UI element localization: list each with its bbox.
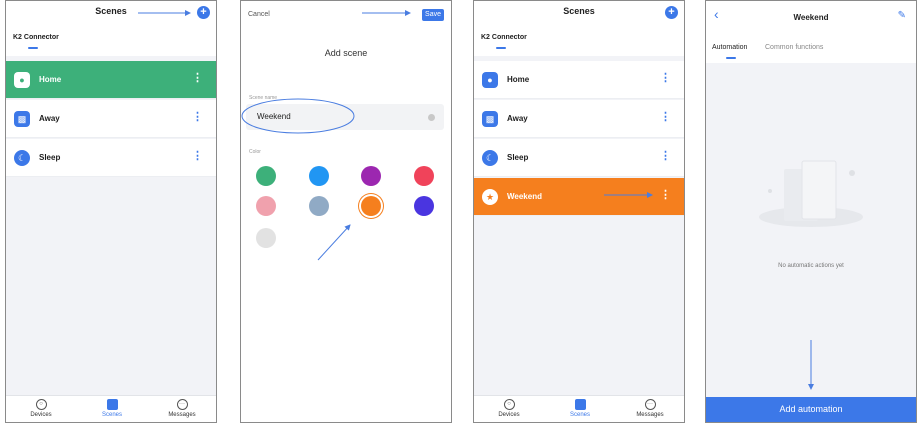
devices-icon: ○ — [503, 399, 515, 410]
briefcase-icon: ▩ — [14, 111, 30, 127]
tab-underline — [726, 57, 736, 59]
tab-underline — [28, 47, 38, 49]
scenes-header: Scenes + K2 Connector — [474, 1, 684, 56]
scene-row-home[interactable]: ● Home ⋮ — [6, 61, 216, 99]
moon-icon: ☾ — [482, 150, 498, 166]
color-swatch-light-grey[interactable] — [256, 228, 276, 248]
nav-label: Devices — [498, 412, 520, 418]
scene-label: Sleep — [39, 153, 61, 162]
nav-scenes[interactable]: Scenes — [87, 399, 137, 418]
nav-label: Devices — [30, 412, 52, 418]
scenes-header: Scenes + K2 Connector — [6, 1, 216, 56]
color-swatch-orange-selected[interactable] — [361, 196, 381, 216]
tab-k2-connector[interactable]: K2 Connector — [481, 34, 527, 41]
devices-icon: ○ — [35, 399, 47, 410]
home-person-icon: ● — [482, 72, 498, 88]
nav-label: Scenes — [569, 412, 590, 418]
page-title: Scenes — [95, 6, 127, 16]
scene-label: Home — [507, 75, 530, 84]
detail-header: ‹ Weekend ✎ Automation Common functions — [706, 1, 916, 63]
page-title: Scenes — [563, 6, 595, 16]
color-swatch-pink[interactable] — [256, 196, 276, 216]
tab-underline — [496, 47, 506, 49]
add-scene-screen: Cancel Save Add scene Scene name Weekend… — [240, 0, 452, 423]
scene-label: Home — [39, 75, 62, 84]
cancel-button[interactable]: Cancel — [248, 11, 270, 18]
add-scene-button[interactable]: + — [197, 6, 210, 19]
scene-row-away[interactable]: ▩ Away ⋮ — [6, 100, 216, 138]
color-swatch-grey-blue[interactable] — [309, 196, 329, 216]
nav-devices[interactable]: ○ Devices — [16, 399, 66, 418]
color-swatch-green[interactable] — [256, 166, 276, 186]
scenes-screen: Scenes + K2 Connector ● Home ⋮ ▩ Away ⋮ … — [5, 0, 217, 423]
nav-label: Scenes — [101, 412, 122, 418]
briefcase-icon: ▩ — [482, 111, 498, 127]
more-options-icon[interactable]: ⋮ — [192, 151, 203, 162]
color-swatch-indigo[interactable] — [414, 196, 434, 216]
more-options-icon[interactable]: ⋮ — [660, 112, 671, 123]
scenes-icon — [106, 399, 118, 410]
scene-name-label: Scene name — [249, 95, 278, 101]
scene-row-away[interactable]: ▩ Away ⋮ — [474, 100, 684, 138]
nav-messages[interactable]: ··· Messages — [157, 399, 207, 418]
scene-label: Away — [39, 114, 60, 123]
tab-common-functions[interactable]: Common functions — [765, 44, 823, 51]
add-automation-button[interactable]: Add automation — [706, 397, 916, 422]
weekend-detail-screen: ‹ Weekend ✎ Automation Common functions … — [705, 0, 917, 423]
star-badge-icon: ★ — [482, 189, 498, 205]
add-scene-button[interactable]: + — [665, 6, 678, 19]
empty-state-illustration — [759, 160, 863, 227]
nav-label: Messages — [168, 412, 196, 418]
tab-automation[interactable]: Automation — [712, 44, 747, 51]
nav-messages[interactable]: ··· Messages — [625, 399, 675, 418]
more-options-icon[interactable]: ⋮ — [660, 73, 671, 84]
more-options-icon[interactable]: ⋮ — [660, 190, 671, 201]
screenshot-stage: Scenes + K2 Connector ● Home ⋮ ▩ Away ⋮ … — [0, 0, 917, 423]
empty-state-text: No automatic actions yet — [778, 263, 844, 269]
color-swatch-purple[interactable] — [361, 166, 381, 186]
color-swatch-red[interactable] — [414, 166, 434, 186]
page-title: Add scene — [324, 48, 368, 58]
scene-label: Weekend — [507, 192, 542, 201]
edit-pencil-icon[interactable]: ✎ — [898, 10, 906, 21]
nav-label: Messages — [636, 412, 664, 418]
scene-row-sleep[interactable]: ☾ Sleep ⋮ — [6, 139, 216, 177]
nav-scenes[interactable]: Scenes — [555, 399, 605, 418]
scene-label: Sleep — [507, 153, 529, 162]
color-label: Color — [249, 149, 261, 155]
scene-label: Away — [507, 114, 528, 123]
save-button[interactable]: Save — [422, 9, 444, 21]
color-swatch-blue[interactable] — [309, 166, 329, 186]
moon-icon: ☾ — [14, 150, 30, 166]
more-options-icon[interactable]: ⋮ — [192, 73, 203, 84]
scene-row-sleep[interactable]: ☾ Sleep ⋮ — [474, 139, 684, 177]
home-person-icon: ● — [14, 72, 30, 88]
clear-icon[interactable] — [428, 114, 435, 121]
messages-icon: ··· — [644, 399, 656, 410]
bottom-nav: ○ Devices Scenes ··· Messages — [474, 395, 684, 422]
nav-devices[interactable]: ○ Devices — [484, 399, 534, 418]
more-options-icon[interactable]: ⋮ — [192, 112, 203, 123]
scenes-icon — [574, 399, 586, 410]
scenes-screen-updated: Scenes + K2 Connector ● Home ⋮ ▩ Away ⋮ … — [473, 0, 685, 423]
scene-row-weekend[interactable]: ★ Weekend ⋮ — [474, 178, 684, 216]
scene-name-input[interactable]: Weekend — [246, 104, 444, 130]
page-title: Weekend — [793, 13, 829, 22]
tab-k2-connector[interactable]: K2 Connector — [13, 34, 59, 41]
bottom-nav: ○ Devices Scenes ··· Messages — [6, 395, 216, 422]
more-options-icon[interactable]: ⋮ — [660, 151, 671, 162]
scene-row-home[interactable]: ● Home ⋮ — [474, 61, 684, 99]
messages-icon: ··· — [176, 399, 188, 410]
